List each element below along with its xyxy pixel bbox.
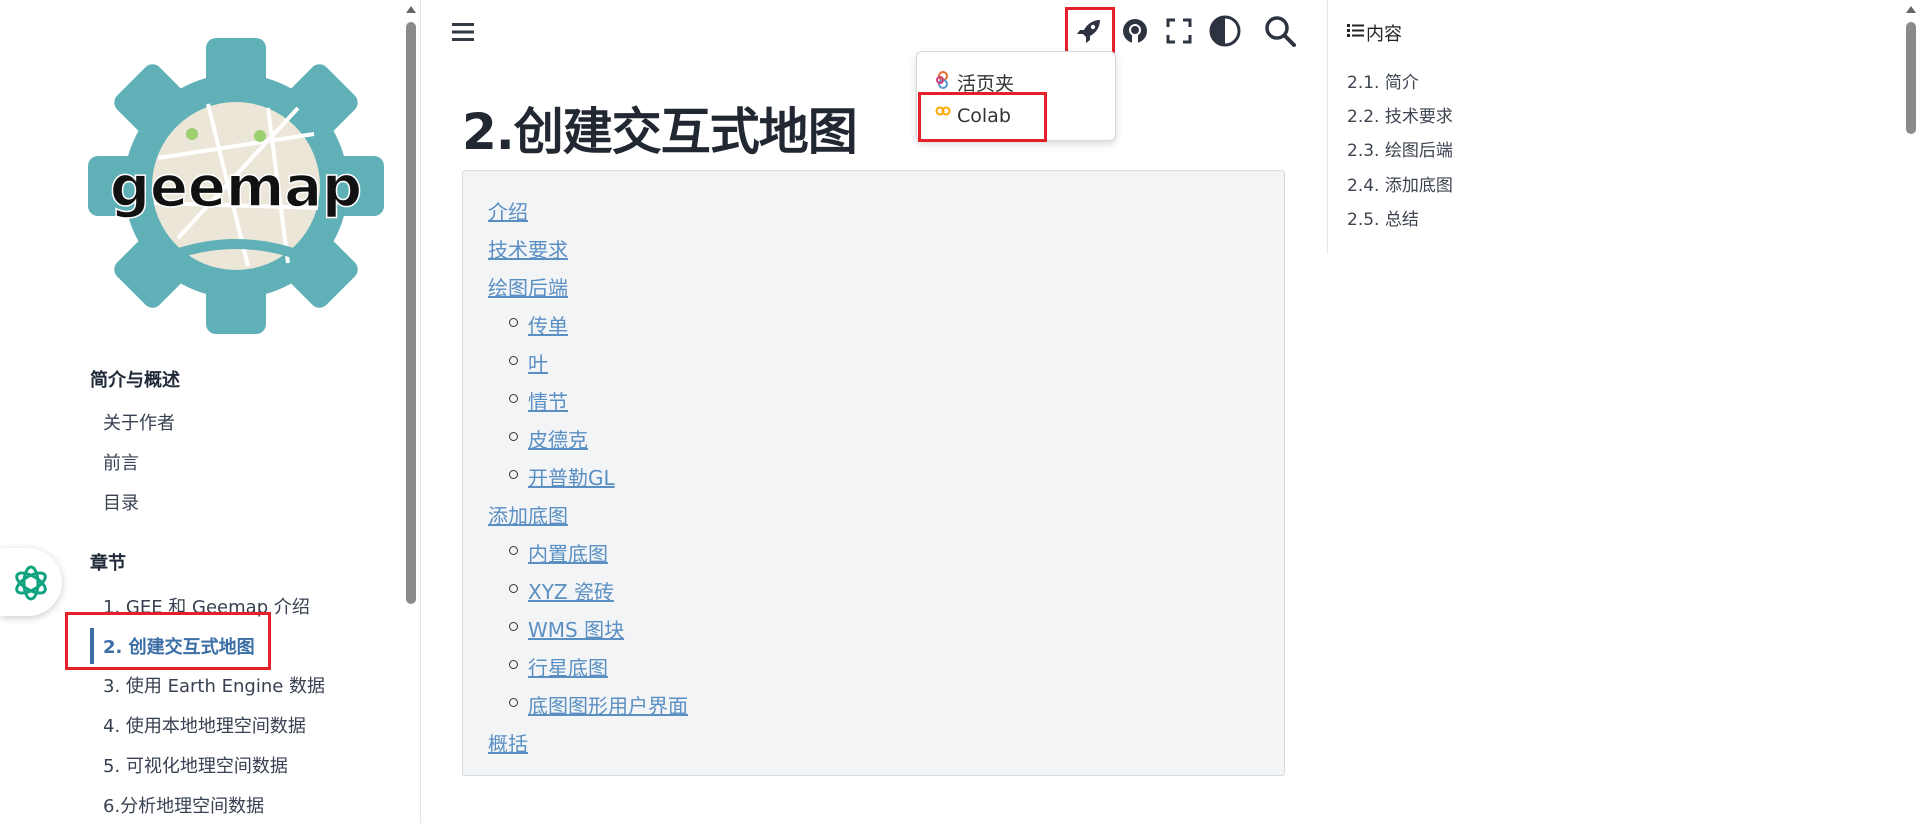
right-toc-item-basemaps[interactable]: 2.4. 添加底图 [1347, 171, 1453, 196]
list-bullet [509, 356, 518, 365]
sidebar-item-preface[interactable]: 前言 [103, 449, 139, 475]
github-icon [1123, 19, 1147, 43]
menu-icon[interactable] [451, 20, 475, 44]
toc-link-basemaps[interactable]: 添加底图 [488, 500, 568, 529]
sidebar-item-about-author[interactable]: 关于作者 [103, 409, 175, 435]
list-bullet [509, 698, 518, 707]
list-bullet [509, 470, 518, 479]
highlight-box-active-chapter [65, 612, 271, 670]
theme-toggle-button[interactable] [1207, 13, 1243, 49]
fullscreen-button[interactable] [1161, 13, 1197, 49]
search-icon [1265, 16, 1296, 47]
toc-link-xyz-tiles[interactable]: XYZ 瓷砖 [528, 576, 614, 605]
sidebar-item-chapter-5[interactable]: 5. 可视化地理空间数据 [103, 752, 288, 778]
list-bullet [509, 394, 518, 403]
sidebar-caption-intro: 简介与概述 [90, 370, 180, 391]
sidebar-item-contents[interactable]: 目录 [103, 489, 139, 515]
toc-link-intro[interactable]: 介绍 [488, 196, 528, 225]
sidebar-item-chapter-6[interactable]: 6.分析地理空间数据 [103, 792, 264, 818]
toc-link-wms-tiles[interactable]: WMS 图块 [528, 614, 624, 643]
list-icon [1347, 24, 1364, 37]
theme-toggle-icon [1209, 15, 1241, 47]
toc-link-basemap-gui[interactable]: 底图图形用户界面 [528, 690, 688, 719]
highlight-box-launch [1065, 7, 1115, 57]
toc-link-builtin-basemaps[interactable]: 内置底图 [528, 538, 608, 567]
search-button[interactable] [1262, 13, 1298, 49]
list-bullet [509, 622, 518, 631]
list-bullet [509, 584, 518, 593]
right-divider [1327, 0, 1328, 254]
toc-link-leaflet[interactable]: 传单 [528, 310, 568, 339]
toc-link-summary[interactable]: 概括 [488, 728, 528, 757]
list-bullet [509, 660, 518, 669]
scroll-up-arrow-icon[interactable] [406, 6, 416, 13]
list-bullet [509, 546, 518, 555]
right-toc-item-plotting-backends[interactable]: 2.3. 绘图后端 [1347, 136, 1453, 161]
list-bullet [509, 432, 518, 441]
logo-wordmark: geemap [110, 155, 362, 220]
geemap-logo[interactable]: geemap [88, 38, 384, 334]
fullscreen-icon [1166, 18, 1192, 44]
github-button[interactable] [1117, 13, 1153, 49]
toc-link-pydeck[interactable]: 皮德克 [528, 424, 588, 453]
highlight-box-colab [918, 92, 1047, 142]
toc-link-folium[interactable]: 叶 [528, 348, 548, 377]
toc-link-keplergl[interactable]: 开普勒GL [528, 462, 615, 491]
right-toc-item-intro[interactable]: 2.1. 简介 [1347, 68, 1419, 93]
openai-icon [15, 565, 47, 601]
page-scrollbar-thumb[interactable] [1906, 22, 1916, 134]
scroll-up-arrow-icon[interactable] [1906, 6, 1916, 13]
sidebar-item-chapter-3[interactable]: 3. 使用 Earth Engine 数据 [103, 672, 325, 698]
page-title: 2.创建交互式地图 [462, 103, 858, 161]
list-bullet [509, 318, 518, 327]
binder-icon [936, 71, 948, 89]
sidebar-item-chapter-4[interactable]: 4. 使用本地地理空间数据 [103, 712, 306, 738]
sidebar-caption-chapters: 章节 [90, 553, 126, 574]
right-toc-header: 内容 [1366, 24, 1402, 45]
toc-link-plotly[interactable]: 情节 [528, 386, 568, 415]
toc-link-tech-requirements[interactable]: 技术要求 [488, 234, 568, 263]
toc-link-planet-basemaps[interactable]: 行星底图 [528, 652, 608, 681]
right-toc-item-tech-requirements[interactable]: 2.2. 技术要求 [1347, 102, 1453, 127]
right-toc-item-summary[interactable]: 2.5. 总结 [1347, 205, 1419, 230]
sidebar-scrollbar-thumb[interactable] [406, 22, 416, 604]
toc-link-plotting-backends[interactable]: 绘图后端 [488, 272, 568, 301]
